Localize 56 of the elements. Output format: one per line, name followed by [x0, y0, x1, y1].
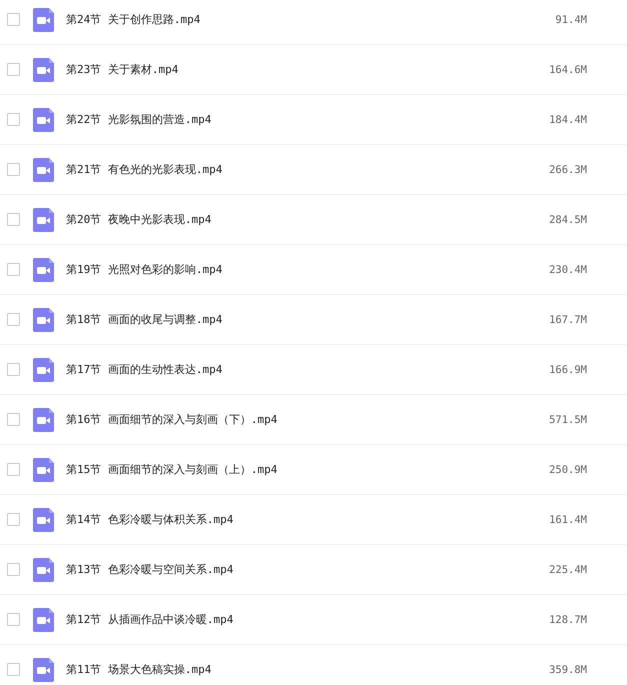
checkbox[interactable]	[7, 463, 20, 476]
checkbox[interactable]	[7, 163, 20, 176]
file-name[interactable]: 第17节 画面的生动性表达.mp4	[66, 362, 527, 377]
file-name[interactable]: 第13节 色彩冷暖与空间关系.mp4	[66, 562, 527, 577]
video-file-icon	[33, 658, 54, 682]
video-file-icon	[33, 608, 54, 632]
video-file-icon	[33, 508, 54, 532]
video-file-icon	[33, 108, 54, 132]
file-name[interactable]: 第14节 色彩冷暖与体积关系.mp4	[66, 512, 527, 527]
video-file-icon	[33, 58, 54, 82]
checkbox[interactable]	[7, 113, 20, 126]
video-file-icon	[33, 308, 54, 332]
video-file-icon	[33, 458, 54, 482]
file-size: 166.9M	[548, 364, 587, 376]
checkbox[interactable]	[7, 313, 20, 326]
checkbox[interactable]	[7, 363, 20, 376]
video-file-icon	[33, 258, 54, 282]
file-size: 250.9M	[548, 464, 587, 476]
checkbox[interactable]	[7, 563, 20, 576]
file-size: 161.4M	[548, 514, 587, 526]
file-name[interactable]: 第16节 画面细节的深入与刻画（下）.mp4	[66, 412, 527, 427]
file-name[interactable]: 第21节 有色光的光影表现.mp4	[66, 162, 527, 177]
video-file-icon	[33, 208, 54, 232]
file-size: 284.5M	[548, 214, 587, 226]
video-file-icon	[33, 8, 54, 32]
file-size: 184.4M	[548, 114, 587, 126]
file-name[interactable]: 第24节 关于创作思路.mp4	[66, 12, 527, 27]
file-size: 359.8M	[548, 664, 587, 676]
file-size: 225.4M	[548, 564, 587, 576]
checkbox[interactable]	[7, 613, 20, 626]
checkbox[interactable]	[7, 213, 20, 226]
file-name[interactable]: 第12节 从插画作品中谈冷暖.mp4	[66, 612, 527, 627]
checkbox[interactable]	[7, 63, 20, 76]
video-file-icon	[33, 408, 54, 432]
file-name[interactable]: 第23节 关于素材.mp4	[66, 62, 527, 77]
video-file-icon	[33, 558, 54, 582]
checkbox[interactable]	[7, 663, 20, 676]
checkbox[interactable]	[7, 263, 20, 276]
checkbox[interactable]	[7, 413, 20, 426]
file-size: 128.7M	[548, 614, 587, 626]
file-name[interactable]: 第20节 夜晚中光影表现.mp4	[66, 212, 527, 227]
file-name[interactable]: 第22节 光影氛围的营造.mp4	[66, 112, 527, 127]
file-name[interactable]: 第18节 画面的收尾与调整.mp4	[66, 312, 527, 327]
file-size: 167.7M	[548, 314, 587, 326]
video-file-icon	[33, 358, 54, 382]
file-size: 571.5M	[548, 414, 587, 426]
file-name[interactable]: 第11节 场景大色稿实操.mp4	[66, 662, 527, 677]
file-size: 266.3M	[548, 164, 587, 176]
file-size: 164.6M	[548, 64, 587, 76]
file-name[interactable]: 第19节 光照对色彩的影响.mp4	[66, 262, 527, 277]
video-file-icon	[33, 158, 54, 182]
checkbox[interactable]	[7, 13, 20, 26]
file-size: 91.4M	[554, 14, 587, 26]
file-size: 230.4M	[548, 264, 587, 276]
checkbox[interactable]	[7, 513, 20, 526]
file-name[interactable]: 第15节 画面细节的深入与刻画（上）.mp4	[66, 462, 527, 477]
